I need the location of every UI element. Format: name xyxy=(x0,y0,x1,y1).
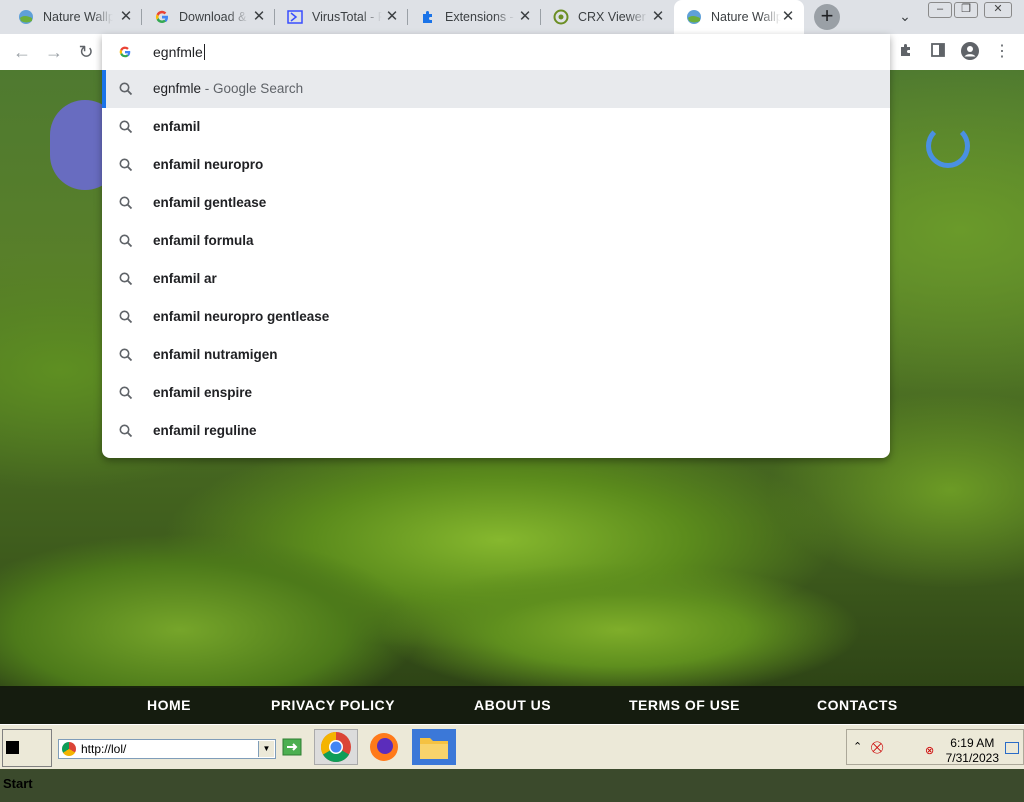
alert-icon[interactable]: ⊗ xyxy=(925,744,934,757)
suggestion-item[interactable]: enfamil ar xyxy=(102,260,890,298)
omnibox-dropdown: egnfmle egnfmle - Google Search enfamil en… xyxy=(102,34,890,458)
start-button[interactable]: Start xyxy=(2,729,52,791)
suggestion-text: enfamil neuropro gentlease xyxy=(153,309,330,324)
taskbar-explorer-button[interactable] xyxy=(412,729,456,765)
footer-link-about[interactable]: ABOUT US xyxy=(474,697,551,713)
suggestion-text: enfamil reguline xyxy=(153,423,257,438)
search-icon xyxy=(119,348,133,362)
restore-button[interactable]: ❐ xyxy=(954,2,978,18)
omnibox-input[interactable]: egnfmle xyxy=(153,44,205,60)
search-icon xyxy=(119,310,133,324)
suggestion-text: enfamil enspire xyxy=(153,385,253,400)
close-tab-icon[interactable]: ✕ xyxy=(650,9,666,25)
search-icon xyxy=(119,424,133,438)
suggestion-item[interactable]: enfamil neuropro xyxy=(102,146,890,184)
clock[interactable]: 6:19 AM 7/31/2023 xyxy=(946,736,999,766)
tab-title: Nature Wallpapers xyxy=(711,10,781,24)
search-icon xyxy=(119,196,133,210)
close-tab-icon[interactable]: ✕ xyxy=(118,9,134,25)
omnibox-input-row[interactable]: egnfmle xyxy=(102,34,890,70)
google-icon xyxy=(155,10,168,23)
site-footer-nav: HOME PRIVACY POLICY ABOUT US TERMS OF US… xyxy=(0,686,1024,724)
new-tab-button[interactable]: + xyxy=(814,4,840,30)
search-icon xyxy=(119,82,133,96)
forward-arrow-icon[interactable]: → xyxy=(44,42,64,62)
tab-search-chevron-icon[interactable]: ⌄ xyxy=(896,8,914,26)
suggestion-item[interactable]: enfamil reguline xyxy=(102,412,890,450)
windows-taskbar: Start http://lol/ ▼ ⌃ ⛒ ⊗ 6:19 AM 7/31/2… xyxy=(0,724,1024,791)
suggestion-item[interactable]: enfamil neuropro gentlease xyxy=(102,298,890,336)
footer-link-contacts[interactable]: CONTACTS xyxy=(817,697,898,713)
search-icon xyxy=(119,386,133,400)
tab-title: Extensions - Manage xyxy=(445,10,515,24)
tab-title: Nature Wallpapers xyxy=(43,10,113,24)
taskbar-address-field[interactable]: http://lol/ ▼ xyxy=(58,739,276,759)
suggestion-item[interactable]: enfamil gentlease xyxy=(102,184,890,222)
close-tab-icon[interactable]: ✕ xyxy=(384,9,400,25)
tab-crx-viewer[interactable]: CRX Viewer ✕ xyxy=(541,0,674,34)
tab-extensions[interactable]: Extensions - Manage ✕ xyxy=(408,0,541,34)
firefox-icon xyxy=(370,733,398,761)
tab-title: Download & Install xyxy=(179,10,249,24)
extensions-puzzle-icon[interactable] xyxy=(896,42,916,62)
profile-avatar-icon[interactable] xyxy=(960,42,980,62)
suggestion-text: enfamil neuropro xyxy=(153,157,264,172)
search-icon xyxy=(119,158,133,172)
chrome-icon xyxy=(320,732,351,763)
menu-kebab-icon[interactable]: ⋮ xyxy=(992,42,1012,62)
search-icon xyxy=(119,272,133,286)
globe-icon xyxy=(687,10,701,24)
close-window-button[interactable]: ✕ xyxy=(984,2,1012,18)
dropdown-arrow-icon[interactable]: ▼ xyxy=(258,741,274,757)
footer-link-home[interactable]: HOME xyxy=(147,697,191,713)
suggestion-item[interactable]: enfamil xyxy=(102,108,890,146)
reload-icon[interactable]: ↻ xyxy=(76,42,96,62)
footer-link-privacy[interactable]: PRIVACY POLICY xyxy=(271,697,395,713)
system-tray: ⌃ ⛒ ⊗ 6:19 AM 7/31/2023 xyxy=(846,729,1024,765)
suggestion-text: enfamil nutramigen xyxy=(153,347,278,362)
suggestion-text: enfamil xyxy=(153,119,201,134)
back-arrow-icon[interactable]: ← xyxy=(12,42,32,62)
network-error-icon[interactable]: ⛒ xyxy=(871,740,883,755)
suggestion-item[interactable]: egnfmle - Google Search xyxy=(102,70,890,108)
folder-icon xyxy=(420,738,448,759)
suggestion-item[interactable]: enfamil enspire xyxy=(102,374,890,412)
suggestion-item[interactable]: enfamil formula xyxy=(102,222,890,260)
tab-virustotal[interactable]: VirusTotal - File ✕ xyxy=(275,0,408,34)
chrome-icon xyxy=(62,742,76,756)
side-panel-icon[interactable] xyxy=(928,42,948,62)
tab-title: CRX Viewer xyxy=(578,10,646,24)
crx-icon xyxy=(553,9,569,25)
show-hidden-icons-icon[interactable]: ⌃ xyxy=(853,740,862,753)
google-g-icon xyxy=(119,46,131,58)
tab-nature-wallpapers-active[interactable]: Nature Wallpapers ✕ xyxy=(674,0,804,34)
suggestion-text: enfamil gentlease xyxy=(153,195,267,210)
search-icon xyxy=(119,234,133,248)
footer-link-terms[interactable]: TERMS OF USE xyxy=(629,697,740,713)
go-button-icon[interactable] xyxy=(282,729,304,765)
suggestion-item[interactable]: enfamil nutramigen xyxy=(102,336,890,374)
virustotal-icon xyxy=(287,10,303,24)
show-desktop-icon[interactable] xyxy=(1005,742,1019,754)
tab-title: VirusTotal - File xyxy=(312,10,382,24)
suggestion-text: enfamil formula xyxy=(153,233,254,248)
minimize-button[interactable]: – xyxy=(928,2,952,18)
taskbar-firefox-button[interactable] xyxy=(364,729,404,765)
tab-strip: Nature Wallpapers ✕ Download & Install ✕… xyxy=(0,0,1024,34)
loading-spinner-icon xyxy=(926,124,970,168)
globe-icon xyxy=(19,10,33,24)
suggestion-text: egnfmle - Google Search xyxy=(153,81,304,96)
close-tab-icon[interactable]: ✕ xyxy=(780,9,796,25)
tab-nature-wallpapers-1[interactable]: Nature Wallpapers ✕ xyxy=(0,0,142,34)
close-tab-icon[interactable]: ✕ xyxy=(251,9,267,25)
search-icon xyxy=(119,120,133,134)
close-tab-icon[interactable]: ✕ xyxy=(517,9,533,25)
tab-download-install[interactable]: Download & Install ✕ xyxy=(142,0,275,34)
puzzle-icon xyxy=(423,11,432,23)
suggestion-text: enfamil ar xyxy=(153,271,217,286)
taskbar-chrome-button[interactable] xyxy=(314,729,358,765)
